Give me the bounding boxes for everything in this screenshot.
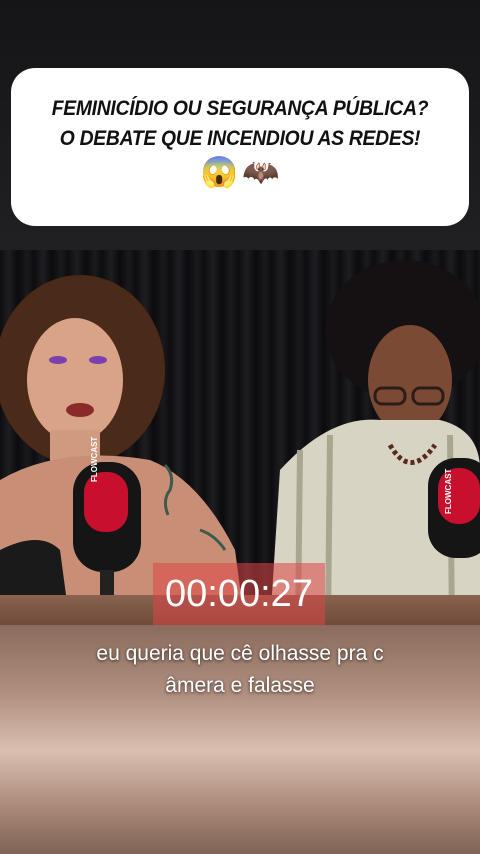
subtitle-line-2: âmera e falasse bbox=[165, 674, 315, 697]
scream-emoji-icon: 😱 bbox=[200, 156, 238, 189]
video-timer: 00:00:27 bbox=[153, 563, 325, 625]
caption-line-2: O DEBATE QUE INCENDIOU AS REDES! bbox=[59, 127, 421, 150]
video-subtitle: eu queria que cê olhasse pra c âmera e f… bbox=[0, 638, 480, 702]
left-mic-label: FLOWCAST bbox=[90, 436, 99, 482]
right-mic-label: FLOWCAST bbox=[444, 468, 453, 514]
caption-line-1: FEMINICÍDIO OU SEGURANÇA PÚBLICA? bbox=[51, 97, 429, 120]
bat-emoji-icon: 🦇 bbox=[242, 156, 280, 189]
caption-emoji-row: 😱 🦇 bbox=[21, 156, 459, 190]
caption-card: FEMINICÍDIO OU SEGURANÇA PÚBLICA? O DEBA… bbox=[11, 68, 469, 226]
subtitle-line-1: eu queria que cê olhasse pra c bbox=[96, 642, 384, 665]
